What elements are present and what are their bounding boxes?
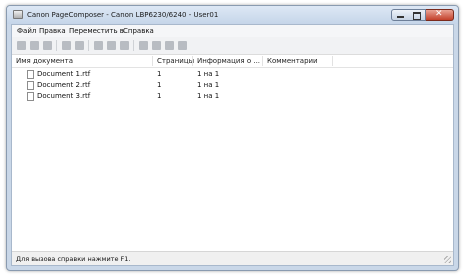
split-icon[interactable] (75, 41, 84, 50)
properties-icon[interactable] (120, 41, 129, 50)
document-info: 1 на 1 (197, 92, 220, 100)
first-icon[interactable] (139, 41, 148, 50)
document-icon (27, 70, 34, 79)
close-button[interactable] (426, 9, 454, 21)
menu-move-to[interactable]: Переместить в (69, 27, 124, 35)
maximize-button[interactable] (408, 9, 426, 21)
document-info: 1 на 1 (197, 70, 220, 78)
client-area: Файл Правка Переместить в Справка Имя до (11, 24, 454, 266)
column-header-comments[interactable]: Комментарии (267, 57, 318, 65)
merge-icon[interactable] (62, 41, 71, 50)
app-window: Canon PageComposer - Canon LBP6230/6240 … (6, 5, 459, 271)
list-header: Имя документа Страницы Информация о ... … (12, 55, 453, 68)
document-icon (27, 81, 34, 90)
table-row[interactable]: Document 2.rtf 1 1 на 1 (12, 80, 453, 91)
table-row[interactable]: Document 1.rtf 1 1 на 1 (12, 69, 453, 80)
document-pages: 1 (157, 70, 162, 78)
document-name: Document 3.rtf (37, 92, 91, 100)
document-pages: 1 (157, 92, 162, 100)
minimize-button[interactable] (391, 9, 409, 21)
column-header-info[interactable]: Информация о ... (197, 57, 260, 65)
menu-file[interactable]: Файл (17, 27, 36, 35)
document-list[interactable]: Имя документа Страницы Информация о ... … (12, 55, 453, 251)
status-text: Для вызова справки нажмите F1. (16, 255, 131, 263)
toolbar (12, 37, 453, 55)
document-name: Document 1.rtf (37, 70, 91, 78)
move-down-icon[interactable] (107, 41, 116, 50)
toolbar-separator (88, 40, 89, 51)
title-bar[interactable]: Canon PageComposer - Canon LBP6230/6240 … (7, 6, 458, 24)
copy-icon[interactable] (30, 41, 39, 50)
menu-edit[interactable]: Правка (39, 27, 66, 35)
document-icon (27, 92, 34, 101)
prev-icon[interactable] (152, 41, 161, 50)
resize-grip-icon[interactable] (444, 256, 451, 263)
column-header-name[interactable]: Имя документа (16, 57, 73, 65)
toolbar-separator (56, 40, 57, 51)
window-title: Canon PageComposer - Canon LBP6230/6240 … (27, 11, 219, 19)
document-pages: 1 (157, 81, 162, 89)
column-header-pages[interactable]: Страницы (157, 57, 194, 65)
app-icon (13, 10, 23, 19)
document-info: 1 на 1 (197, 81, 220, 89)
status-bar: Для вызова справки нажмите F1. (12, 251, 453, 265)
print-icon[interactable] (17, 41, 26, 50)
move-up-icon[interactable] (94, 41, 103, 50)
next-icon[interactable] (165, 41, 174, 50)
delete-icon[interactable] (43, 41, 52, 50)
menu-bar: Файл Правка Переместить в Справка (12, 25, 453, 37)
menu-help[interactable]: Справка (123, 27, 154, 35)
toolbar-separator (133, 40, 134, 51)
last-icon[interactable] (178, 41, 187, 50)
table-row[interactable]: Document 3.rtf 1 1 на 1 (12, 91, 453, 102)
document-name: Document 2.rtf (37, 81, 91, 89)
